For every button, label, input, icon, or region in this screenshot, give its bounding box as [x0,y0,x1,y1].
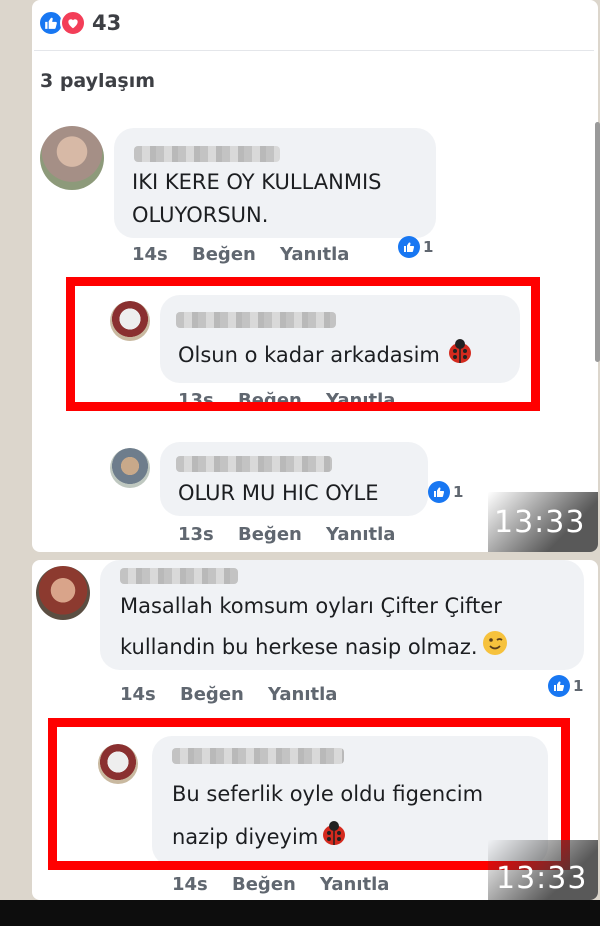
commenter-name-blurred[interactable] [120,568,238,584]
message-timestamp: 13:33 [496,861,588,896]
message-timestamp: 13:33 [494,505,586,540]
reaction-count: 43 [92,11,122,35]
thumbs-up-icon [398,236,420,258]
reply-button[interactable]: Yanıtla [326,524,395,545]
comment-time: 14s [120,684,156,705]
comment-actions: 14s Beğen Yanıtla [120,684,337,705]
wink-emoji-icon [482,630,508,666]
commenter-name-blurred[interactable] [134,146,280,162]
avatar[interactable] [110,448,150,488]
like-button[interactable]: Beğen [192,244,280,265]
comment-time: 13s [178,524,214,545]
reply-button[interactable]: Yanıtla [280,244,349,265]
comment-actions: 13s Beğen Yanıtla [178,524,395,545]
divider [34,50,594,51]
highlight-box [66,277,540,411]
like-button[interactable]: Beğen [238,524,326,545]
comment-time: 14s [172,874,208,895]
comment-text: OLUYORSUN. [132,203,269,227]
comment-text: OLUR MU HIC OYLE [178,481,379,505]
thumbs-up-icon [548,675,570,697]
avatar[interactable] [40,126,104,190]
comment-actions: 14s Beğen Yanıtla [132,244,349,265]
shares-count[interactable]: 3 paylaşım [40,70,155,92]
avatar[interactable] [36,566,90,620]
love-reaction-icon [60,10,86,36]
comment-actions: 14s Beğen Yanıtla [172,874,389,895]
like-button[interactable]: Beğen [180,684,268,705]
thumbs-up-icon [428,481,450,503]
comment-text: IKI KERE OY KULLANMIS [132,170,382,194]
comment-time: 14s [132,244,168,265]
like-count-badge[interactable]: 1 [398,236,433,258]
comment-text: Masallah komsum oyları Çifter Çifter [120,594,502,618]
commenter-name-blurred[interactable] [176,456,332,472]
like-button[interactable]: Beğen [232,874,320,895]
bottom-bar [0,900,600,926]
reply-button[interactable]: Yanıtla [320,874,389,895]
like-count-badge[interactable]: 1 [548,675,583,697]
comment-text: kullandin bu herkese nasip olmaz. [120,630,508,666]
reaction-summary[interactable]: 43 [38,10,121,36]
like-count-badge[interactable]: 1 [428,481,463,503]
reply-button[interactable]: Yanıtla [268,684,337,705]
scrollbar[interactable] [595,122,600,362]
